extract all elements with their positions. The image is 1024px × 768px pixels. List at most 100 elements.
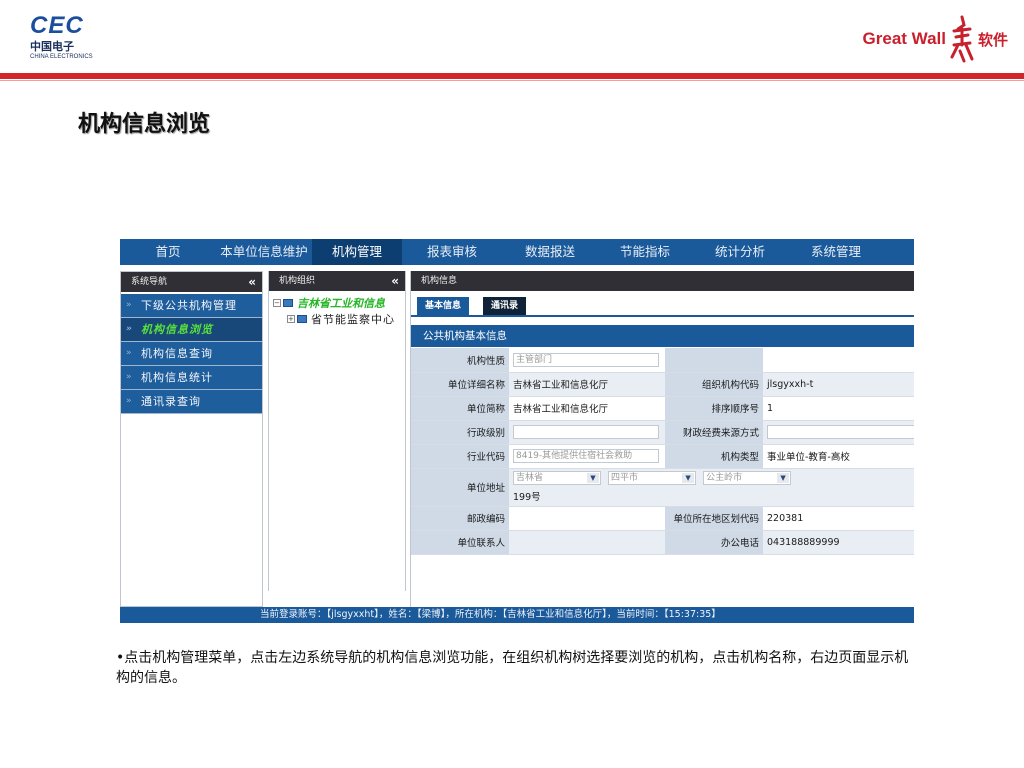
header-divider-shadow — [0, 80, 1024, 81]
org-info-form: 机构性质 主管部门 单位详细名称 吉林省工业和信息化厅 组织机构代码 jlsgy… — [411, 348, 914, 555]
nav-report-review[interactable]: 报表审核 — [402, 239, 502, 265]
sidebar-collapse-icon[interactable]: « — [248, 272, 256, 292]
sidebar-item-label: 通讯录查询 — [141, 395, 201, 408]
field-label: 单位所在地区划代码 — [665, 506, 763, 531]
tab-basic-info[interactable]: 基本信息 — [417, 297, 470, 315]
sidebar-item-org-browse[interactable]: » 机构信息浏览 — [121, 318, 262, 342]
sidebar-item-org-stats[interactable]: » 机构信息统计 — [121, 366, 262, 390]
tab-bar: 基本信息 通讯录 — [411, 293, 914, 317]
nav-system-management[interactable]: 系统管理 — [788, 239, 884, 265]
nav-statistics[interactable]: 统计分析 — [692, 239, 788, 265]
field-label: 行政级别 — [411, 420, 509, 445]
field-label: 组织机构代码 — [665, 372, 763, 397]
sidebar-item-contacts-query[interactable]: » 通讯录查询 — [121, 390, 262, 414]
admin-level-field[interactable] — [513, 425, 659, 439]
address-cell: 吉林省 ▼ 四平市 ▼ 公主岭市 ▼ 199号 — [509, 468, 914, 507]
chevron-down-icon: ▼ — [682, 473, 695, 483]
chevron-down-icon: ▼ — [777, 473, 790, 483]
org-code-value: jlsgyxxh-t — [763, 372, 914, 397]
field-label: 办公电话 — [665, 530, 763, 555]
city-value: 四平市 — [611, 473, 639, 483]
form-row: 行政级别 财政经费来源方式 — [411, 420, 914, 445]
sidebar-title: 系统导航 — [131, 277, 168, 287]
form-row: 邮政编码 单位所在地区划代码 220381 — [411, 506, 914, 531]
sidebar-item-label: 下级公共机构管理 — [141, 299, 237, 312]
tree-node-root[interactable]: − 吉林省工业和信息 — [273, 295, 385, 311]
chevron-right-icon: » — [126, 324, 133, 334]
sidebar-list: » 下级公共机构管理 » 机构信息浏览 » 机构信息查询 » 机构信息统计 » 通讯录查询 — [121, 294, 262, 414]
folder-icon — [283, 299, 293, 307]
main-title: 机构信息 — [421, 276, 458, 286]
office-phone-value: 043188889999 — [763, 530, 914, 555]
field-label: 机构类型 — [665, 444, 763, 469]
tree-node-label[interactable]: 省节能监察中心 — [311, 311, 395, 327]
sidebar-item-org-query[interactable]: » 机构信息查询 — [121, 342, 262, 366]
header-divider — [0, 73, 1024, 79]
tree-collapse-icon[interactable]: « — [391, 271, 399, 291]
cec-logo-word: CEC — [30, 12, 84, 39]
expand-node-icon[interactable]: + — [287, 315, 295, 323]
postcode-value — [509, 506, 665, 531]
nav-home[interactable]: 首页 — [120, 239, 216, 265]
chevron-right-icon: » — [126, 300, 133, 310]
chevron-right-icon: » — [126, 348, 133, 358]
chevron-right-icon: » — [126, 372, 133, 382]
nav-energy-index[interactable]: 节能指标 — [598, 239, 692, 265]
top-navigation: 首页 本单位信息维护 机构管理 报表审核 数据报送 节能指标 统计分析 系统管理 — [120, 239, 914, 265]
field-label: 行业代码 — [411, 444, 509, 469]
org-info-panel: 机构信息 基本信息 通讯录 公共机构基本信息 机构性质 主管部门 单位详细名称 … — [410, 271, 914, 611]
greatwall-logo-word: Great Wall — [862, 29, 946, 48]
org-shortname-value: 吉林省工业和信息化厅 — [509, 396, 665, 421]
app-screenshot: 首页 本单位信息维护 机构管理 报表审核 数据报送 节能指标 统计分析 系统管理… — [120, 239, 914, 623]
system-nav-sidebar: 系统导航 « » 下级公共机构管理 » 机构信息浏览 » 机构信息查询 » 机构信息统计… — [120, 271, 263, 607]
form-row: 单位地址 吉林省 ▼ 四平市 ▼ 公主岭市 ▼ 199号 — [411, 468, 914, 507]
tree-header: 机构组织 « — [269, 271, 405, 291]
cec-logo-cn: 中国电子 — [30, 40, 74, 53]
city-select[interactable]: 四平市 ▼ — [608, 471, 697, 485]
district-select[interactable]: 公主岭市 ▼ — [703, 471, 792, 485]
order-number-value: 1 — [763, 396, 914, 421]
region-code-value: 220381 — [763, 506, 914, 531]
org-tree-panel: 机构组织 « − 吉林省工业和信息 + 省节能监察中心 — [268, 271, 406, 591]
collapse-node-icon[interactable]: − — [273, 299, 281, 307]
form-row: 行业代码 8419-其他提供住宿社会救助 机构类型 事业单位-教育-高校 — [411, 444, 914, 469]
field-label: 单位地址 — [411, 468, 509, 507]
cec-logo: CEC 中国电子 CHINA ELECTRONICS — [30, 14, 100, 68]
slide-caption: •点击机构管理菜单，点击左边系统导航的机构信息浏览功能，在组织机构树选择要浏览的… — [116, 650, 909, 686]
greatwall-brush-icon — [950, 15, 974, 63]
tree-title: 机构组织 — [279, 276, 316, 286]
chevron-right-icon: » — [126, 396, 133, 406]
sidebar-item-label: 机构信息浏览 — [141, 323, 213, 336]
org-nature-field[interactable]: 主管部门 — [513, 352, 659, 367]
field-label: 单位联系人 — [411, 530, 509, 555]
industry-code-field[interactable]: 8419-其他提供住宿社会救助 — [513, 449, 659, 463]
funding-source-field[interactable] — [767, 425, 914, 439]
slide-title: 机构信息浏览 — [78, 112, 211, 137]
form-row: 单位联系人 办公电话 043188889999 — [411, 530, 914, 555]
nav-data-submit[interactable]: 数据报送 — [502, 239, 598, 265]
contact-person-value — [509, 530, 665, 555]
tree-node-label[interactable]: 吉林省工业和信息 — [297, 295, 385, 311]
greatwall-logo: Great Wall 软件 — [863, 14, 1008, 64]
section-title: 公共机构基本信息 — [411, 325, 914, 347]
field-label: 机构性质 — [411, 348, 509, 373]
nav-unit-info[interactable]: 本单位信息维护 — [216, 239, 312, 265]
sidebar-item-label: 机构信息统计 — [141, 371, 213, 384]
street-address-value: 199号 — [513, 492, 541, 503]
org-fullname-value: 吉林省工业和信息化厅 — [509, 372, 665, 397]
sidebar-item-sub-org-management[interactable]: » 下级公共机构管理 — [121, 294, 262, 318]
field-label: 单位详细名称 — [411, 372, 509, 397]
tree-node-child[interactable]: + 省节能监察中心 — [287, 311, 395, 327]
nav-org-management[interactable]: 机构管理 — [312, 239, 402, 265]
chevron-down-icon: ▼ — [587, 473, 599, 483]
empty-cell — [665, 348, 763, 373]
slide: CEC 中国电子 CHINA ELECTRONICS Great Wall 软件… — [0, 0, 1024, 768]
province-select[interactable]: 吉林省 ▼ — [513, 471, 601, 485]
form-row: 单位详细名称 吉林省工业和信息化厅 组织机构代码 jlsgyxxh-t — [411, 372, 914, 397]
province-value: 吉林省 — [516, 473, 544, 483]
form-row: 单位简称 吉林省工业和信息化厅 排序顺序号 1 — [411, 396, 914, 421]
tab-contacts[interactable]: 通讯录 — [483, 297, 527, 315]
sidebar-header: 系统导航 « — [121, 272, 262, 292]
field-label: 单位简称 — [411, 396, 509, 421]
form-row: 机构性质 主管部门 — [411, 348, 914, 373]
